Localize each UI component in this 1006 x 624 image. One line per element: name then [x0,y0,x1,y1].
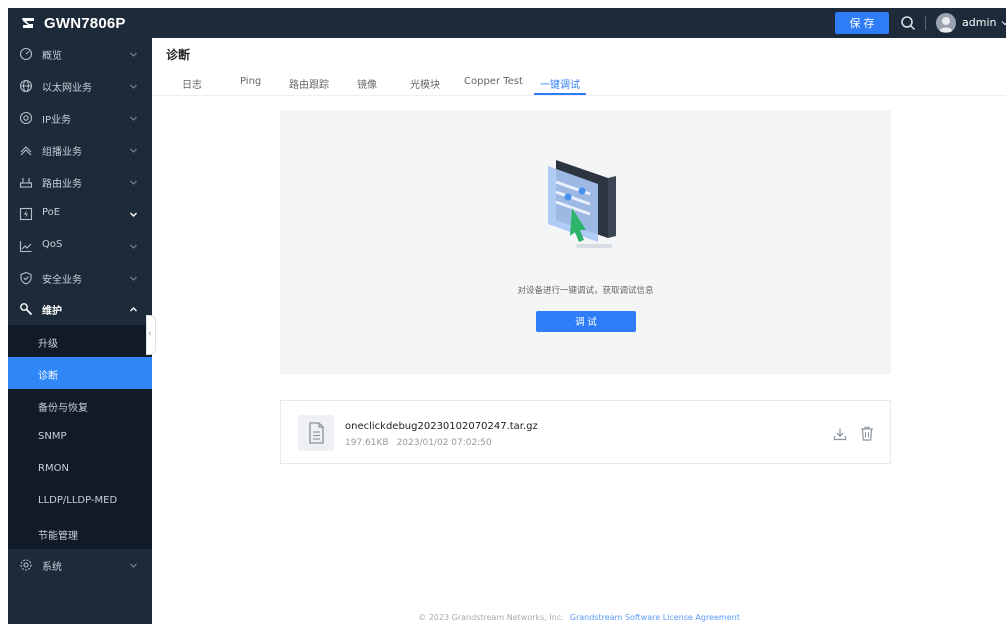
sidebar-subitem-label: 诊断 [38,371,58,382]
sidebar-item-routing[interactable]: 路由业务 [8,166,152,198]
sidebar-subitem-label: SNMP [38,431,67,442]
sidebar-item-label: 以太网业务 [42,83,92,94]
sidebar-item-label: IP业务 [42,115,71,126]
multicast-icon [20,146,32,156]
tab-ping[interactable]: Ping [240,76,261,87]
chevron-down-icon [130,244,137,249]
gear-icon [20,559,32,571]
sidebar-item-label: 组播业务 [42,147,82,158]
chart-icon [19,241,32,253]
top-bar: GWN7806P 保 存 admin [8,8,1006,38]
sidebar-subitem-label: LLDP/LLDP-MED [38,495,118,506]
maintenance-submenu: 升级 诊断 备份与恢复 SNMP RMON LLDP/LLDP-MED 节能管理 [8,325,152,549]
sidebar: 概览 以太网业务 IP业务 组播业务 路由业务 PoE QoS 安全业务 维护 [8,38,152,624]
avatar[interactable] [936,13,956,33]
file-icon-container [298,415,334,451]
sidebar-subitem-rmon[interactable]: RMON [8,453,152,485]
sidebar-item-poe[interactable]: PoE [8,198,152,230]
sidebar-item-qos[interactable]: QoS [8,230,152,262]
document-icon [309,422,324,444]
search-icon[interactable] [900,15,916,31]
sidebar-item-label: PoE [42,207,61,218]
sidebar-item-ethernet[interactable]: 以太网业务 [8,70,152,102]
sidebar-item-label: 维护 [42,306,62,317]
trash-icon[interactable] [860,426,874,441]
sidebar-subitem-diagnostics[interactable]: 诊断 [8,357,152,389]
one-click-debug-panel: 对设备进行一键调试，获取调试信息 调 试 [280,110,891,374]
chevron-down-icon [130,84,137,89]
debug-file-item: oneclickdebug20230102070247.tar.gz 197.6… [280,400,891,464]
license-link[interactable]: Grandstream Software License Agreement [570,613,740,622]
shield-icon [20,271,32,285]
sidebar-subitem-label: 升级 [38,339,58,350]
page-title: 诊断 [166,48,191,62]
save-button[interactable]: 保 存 [835,12,889,34]
sidebar-subitem-backup-restore[interactable]: 备份与恢复 [8,389,152,421]
sidebar-item-ip[interactable]: IP业务 [8,102,152,134]
topbar-divider [925,16,926,30]
sidebar-item-label: 路由业务 [42,179,82,190]
brand-logo[interactable]: GWN7806P [20,13,126,33]
sidebar-item-system[interactable]: 系统 [8,549,152,581]
file-name: oneclickdebug20230102070247.tar.gz [345,421,538,432]
debug-illustration-icon [548,160,616,248]
sidebar-item-label: QoS [42,239,63,250]
tab-optical-module[interactable]: 光模块 [410,76,440,91]
sidebar-item-label: 安全业务 [42,275,82,286]
sidebar-item-overview[interactable]: 概览 [8,38,152,70]
grandstream-logo-icon [22,18,34,28]
tab-copper-test[interactable]: Copper Test [464,76,523,87]
sidebar-item-label: 系统 [42,562,62,573]
sidebar-subitem-label: RMON [38,463,69,474]
sidebar-item-security[interactable]: 安全业务 [8,262,152,294]
chevron-down-icon [130,116,137,121]
copyright-text: © 2023 Grandstream Networks, Inc. [418,613,564,622]
file-time: 2023/01/02 07:02:50 [396,438,492,448]
sidebar-collapse-handle[interactable]: ‹ [146,315,156,355]
chevron-down-icon[interactable] [1001,19,1006,27]
globe-icon [19,79,33,93]
sidebar-item-maintenance[interactable]: 维护 [8,293,152,325]
sidebar-subitem-lldp[interactable]: LLDP/LLDP-MED [8,485,152,517]
wrench-icon [20,303,33,316]
user-icon [939,17,953,32]
download-icon[interactable] [833,427,847,441]
chevron-down-icon [130,180,137,185]
sidebar-item-label: 概览 [42,51,62,62]
chevron-down-icon [130,276,137,281]
window-left-margin [0,0,8,624]
device-model: GWN7806P [44,14,126,32]
poe-icon [19,207,33,221]
tab-log[interactable]: 日志 [182,76,202,91]
sidebar-subitem-upgrade[interactable]: 升级 [8,325,152,357]
chevron-down-icon [130,212,137,217]
sidebar-subitem-energy[interactable]: 节能管理 [8,517,152,549]
chevron-down-icon [130,563,137,568]
chevron-up-icon [130,307,137,312]
target-icon [19,111,33,125]
dashboard-icon [19,47,33,61]
username[interactable]: admin [962,16,996,29]
footer: © 2023 Grandstream Networks, Inc. Grandst… [152,613,1006,622]
chevron-down-icon [130,148,137,153]
tab-one-click-debug[interactable]: 一键调试 [540,76,580,91]
active-tab-indicator [534,93,586,95]
tab-bar: 日志 Ping 路由跟踪 镜像 光模块 Copper Test 一键调试 [152,66,1006,96]
file-size: 197.61KB [345,438,389,448]
debug-description: 对设备进行一键调试，获取调试信息 [517,286,654,296]
sidebar-subitem-label: 备份与恢复 [38,403,88,414]
file-meta: 197.61KB 2023/01/02 07:02:50 [345,438,492,448]
router-icon [19,178,33,188]
chevron-left-icon: ‹ [148,329,152,339]
tab-traceroute[interactable]: 路由跟踪 [289,76,329,91]
sidebar-subitem-label: 节能管理 [38,531,78,542]
debug-button[interactable]: 调 试 [536,311,636,332]
sidebar-subitem-snmp[interactable]: SNMP [8,421,152,453]
sidebar-item-multicast[interactable]: 组播业务 [8,134,152,166]
tab-mirror[interactable]: 镜像 [357,76,377,91]
chevron-down-icon [130,52,137,57]
